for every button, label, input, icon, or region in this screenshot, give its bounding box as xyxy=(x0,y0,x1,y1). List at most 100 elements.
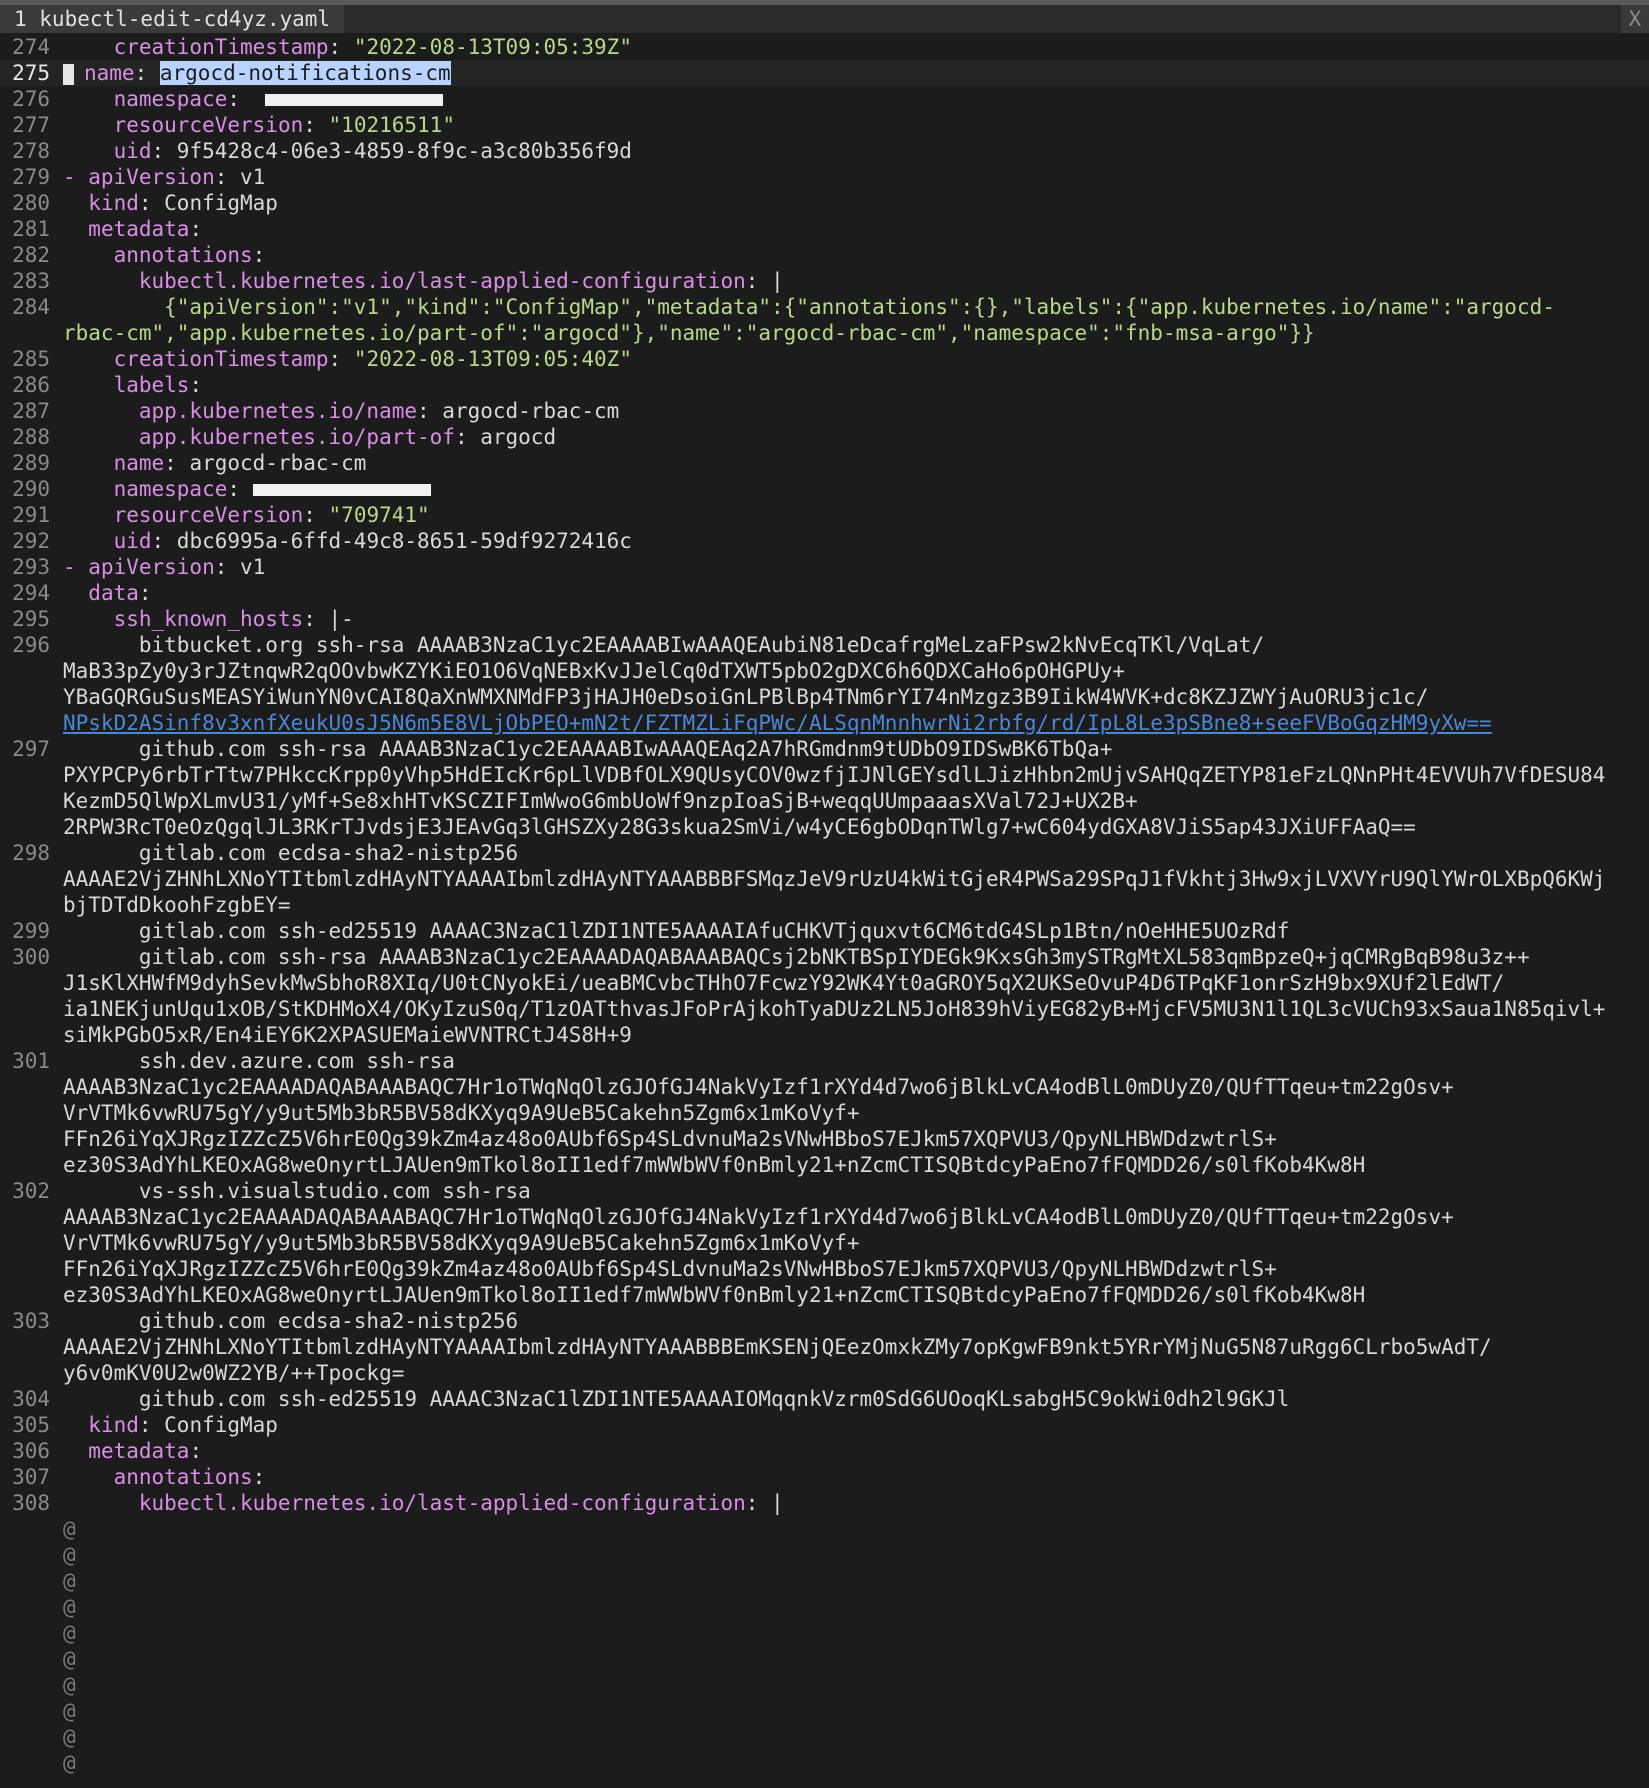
code-line[interactable]: 275 name: argocd-notifications-cm xyxy=(0,60,1649,86)
code-text[interactable]: ssh.dev.azure.com ssh-rsa xyxy=(63,1048,1649,1074)
code-line-wrap[interactable]: FFn26iYqXJRgzIZZcZ5V6hrE0Qg39kZm4az48o0A… xyxy=(0,1126,1649,1152)
code-line[interactable]: 277 resourceVersion: "10216511" xyxy=(0,112,1649,138)
code-text[interactable]: {"apiVersion":"v1","kind":"ConfigMap","m… xyxy=(63,294,1649,320)
code-line[interactable]: 286 labels: xyxy=(0,372,1649,398)
code-line-wrap[interactable]: AAAAE2VjZHNhLXNoYTItbmlzdHAyNTYAAAAIbmlz… xyxy=(0,1334,1649,1360)
code-line-wrap[interactable]: siMkPGbO5xR/En4iEY6K2XPASUEMaieWVNTRCtJ4… xyxy=(0,1022,1649,1048)
code-line[interactable]: 293 - apiVersion: v1 xyxy=(0,554,1649,580)
code-text[interactable]: ssh_known_hosts: |- xyxy=(63,606,1649,632)
code-line[interactable]: 288 app.kubernetes.io/part-of: argocd xyxy=(0,424,1649,450)
code-line[interactable]: 303 github.com ecdsa-sha2-nistp256 xyxy=(0,1308,1649,1334)
code-line-wrap[interactable]: YBaGQRGuSusMEASYiWunYN0vCAI8QaXnWMXNMdFP… xyxy=(0,684,1649,710)
code-line[interactable]: 304 github.com ssh-ed25519 AAAAC3NzaC1lZ… xyxy=(0,1386,1649,1412)
code-text[interactable]: kubectl.kubernetes.io/last-applied-confi… xyxy=(63,1490,1649,1516)
code-text[interactable]: github.com ssh-rsa AAAAB3NzaC1yc2EAAAABI… xyxy=(63,736,1649,762)
code-line-wrap[interactable]: ez30S3AdYhLKEOxAG8weOnyrtLJAUen9mTkol8oI… xyxy=(0,1152,1649,1178)
code-text[interactable]: kind: ConfigMap xyxy=(63,190,1649,216)
code-text[interactable]: metadata: xyxy=(63,216,1649,242)
empty-line-marker: @ xyxy=(63,1699,76,1723)
code-line-wrap[interactable]: NPskD2ASinf8v3xnfXeukU0sJ5N6m5E8VLjObPEO… xyxy=(0,710,1649,736)
code-line[interactable]: 284 {"apiVersion":"v1","kind":"ConfigMap… xyxy=(0,294,1649,320)
code-line[interactable]: 274 creationTimestamp: "2022-08-13T09:05… xyxy=(0,34,1649,60)
code-line[interactable]: 297 github.com ssh-rsa AAAAB3NzaC1yc2EAA… xyxy=(0,736,1649,762)
code-line[interactable]: 294 data: xyxy=(0,580,1649,606)
code-text[interactable]: name: argocd-rbac-cm xyxy=(63,450,1649,476)
code-line[interactable]: 285 creationTimestamp: "2022-08-13T09:05… xyxy=(0,346,1649,372)
code-line[interactable]: 298 gitlab.com ecdsa-sha2-nistp256 xyxy=(0,840,1649,866)
code-text[interactable]: app.kubernetes.io/part-of: argocd xyxy=(63,424,1649,450)
code-text[interactable]: uid: 9f5428c4-06e3-4859-8f9c-a3c80b356f9… xyxy=(63,138,1649,164)
link-text[interactable]: NPskD2ASinf8v3xnfXeukU0sJ5N6m5E8VLjObPEO… xyxy=(63,711,1492,735)
code-line-wrap[interactable]: ia1NEKjunUqu1xOB/StKDHMoX4/OKyIzuS0q/T1z… xyxy=(0,996,1649,1022)
code-line-wrap[interactable]: rbac-cm","app.kubernetes.io/part-of":"ar… xyxy=(0,320,1649,346)
code-line-wrap[interactable]: VrVTMk6vwRU75gY/y9ut5Mb3bR5BV58dKXyq9A9U… xyxy=(0,1230,1649,1256)
tab-file[interactable]: 1 kubectl-edit-cd4yz.yaml xyxy=(0,5,345,33)
code-text[interactable]: kubectl.kubernetes.io/last-applied-confi… xyxy=(63,268,1649,294)
code-line[interactable]: 281 metadata: xyxy=(0,216,1649,242)
code-line[interactable]: 295 ssh_known_hosts: |- xyxy=(0,606,1649,632)
code-text[interactable]: creationTimestamp: "2022-08-13T09:05:40Z… xyxy=(63,346,1649,372)
code-line[interactable]: 287 app.kubernetes.io/name: argocd-rbac-… xyxy=(0,398,1649,424)
code-line[interactable]: 307 annotations: xyxy=(0,1464,1649,1490)
code-line[interactable]: 296 bitbucket.org ssh-rsa AAAAB3NzaC1yc2… xyxy=(0,632,1649,658)
code-line[interactable]: 282 annotations: xyxy=(0,242,1649,268)
code-line-wrap[interactable]: FFn26iYqXJRgzIZZcZ5V6hrE0Qg39kZm4az48o0A… xyxy=(0,1256,1649,1282)
code-text[interactable]: creationTimestamp: "2022-08-13T09:05:39Z… xyxy=(63,34,1649,60)
code-text[interactable]: bitbucket.org ssh-rsa AAAAB3NzaC1yc2EAAA… xyxy=(63,632,1649,658)
code-line[interactable]: 283 kubectl.kubernetes.io/last-applied-c… xyxy=(0,268,1649,294)
code-line[interactable]: 306 metadata: xyxy=(0,1438,1649,1464)
code-text[interactable]: resourceVersion: "10216511" xyxy=(63,112,1649,138)
code-text[interactable]: kind: ConfigMap xyxy=(63,1412,1649,1438)
code-text[interactable]: github.com ssh-ed25519 AAAAC3NzaC1lZDI1N… xyxy=(63,1386,1649,1412)
code-text[interactable]: github.com ecdsa-sha2-nistp256 xyxy=(63,1308,1649,1334)
code-text[interactable]: app.kubernetes.io/name: argocd-rbac-cm xyxy=(63,398,1649,424)
close-icon[interactable]: X xyxy=(1621,5,1649,33)
code-line-wrap[interactable]: VrVTMk6vwRU75gY/y9ut5Mb3bR5BV58dKXyq9A9U… xyxy=(0,1100,1649,1126)
code-text[interactable]: - apiVersion: v1 xyxy=(63,164,1649,190)
code-line-wrap[interactable]: 2RPW3RcT0eOzQgqlJL3RKrTJvdsjE3JEAvGq3lGH… xyxy=(0,814,1649,840)
code-line[interactable]: 292 uid: dbc6995a-6ffd-49c8-8651-59df927… xyxy=(0,528,1649,554)
code-line-wrap[interactable]: MaB33pZy0y3rJZtnqwR2qOOvbwKZYKiEO1O6VqNE… xyxy=(0,658,1649,684)
code-text[interactable]: gitlab.com ecdsa-sha2-nistp256 xyxy=(63,840,1649,866)
code-line[interactable]: 301 ssh.dev.azure.com ssh-rsa xyxy=(0,1048,1649,1074)
code-line[interactable]: 305 kind: ConfigMap xyxy=(0,1412,1649,1438)
code-text[interactable]: metadata: xyxy=(63,1438,1649,1464)
code-line-wrap[interactable]: KezmD5QlWpXLmvU31/yMf+Se8xhHTvKSCZIFImWw… xyxy=(0,788,1649,814)
code-line-wrap[interactable]: ez30S3AdYhLKEOxAG8weOnyrtLJAUen9mTkol8oI… xyxy=(0,1282,1649,1308)
code-line-wrap[interactable]: PXYPCPy6rbTrTtw7PHkccKrpp0yVhp5HdEIcKr6p… xyxy=(0,762,1649,788)
yaml-key: app.kubernetes.io/name xyxy=(138,399,418,423)
code-text[interactable]: gitlab.com ssh-rsa AAAAB3NzaC1yc2EAAAADA… xyxy=(63,944,1649,970)
code-text[interactable]: annotations: xyxy=(63,1464,1649,1490)
code-text[interactable]: resourceVersion: "709741" xyxy=(63,502,1649,528)
code-line[interactable]: 308 kubectl.kubernetes.io/last-applied-c… xyxy=(0,1490,1649,1516)
code-line[interactable]: 291 resourceVersion: "709741" xyxy=(0,502,1649,528)
code-line[interactable]: 279 - apiVersion: v1 xyxy=(0,164,1649,190)
code-line[interactable]: 276 namespace: xyxy=(0,86,1649,112)
code-line-wrap[interactable]: J1sKlXHWfM9dyhSevkMwSbhoR8XIq/U0tCNyokEi… xyxy=(0,970,1649,996)
yaml-text xyxy=(63,425,139,449)
editor-buffer[interactable]: 274 creationTimestamp: "2022-08-13T09:05… xyxy=(0,33,1649,1776)
code-text[interactable]: data: xyxy=(63,580,1649,606)
code-line[interactable]: 278 uid: 9f5428c4-06e3-4859-8f9c-a3c80b3… xyxy=(0,138,1649,164)
code-line-wrap[interactable]: bjTDTdDkoohFzgbEY= xyxy=(0,892,1649,918)
code-text[interactable]: gitlab.com ssh-ed25519 AAAAC3NzaC1lZDI1N… xyxy=(63,918,1649,944)
code-text[interactable]: vs-ssh.visualstudio.com ssh-rsa xyxy=(63,1178,1649,1204)
code-line[interactable]: 280 kind: ConfigMap xyxy=(0,190,1649,216)
code-line-wrap[interactable]: AAAAB3NzaC1yc2EAAAADAQABAAABAQC7Hr1oTWqN… xyxy=(0,1074,1649,1100)
code-line[interactable]: 299 gitlab.com ssh-ed25519 AAAAC3NzaC1lZ… xyxy=(0,918,1649,944)
code-text[interactable]: labels: xyxy=(63,372,1649,398)
code-line[interactable]: 300 gitlab.com ssh-rsa AAAAB3NzaC1yc2EAA… xyxy=(0,944,1649,970)
code-line-wrap[interactable]: y6v0mKV0U2w0WZ2YB/++Tpockg= xyxy=(0,1360,1649,1386)
code-line[interactable]: 290 namespace: xyxy=(0,476,1649,502)
code-line[interactable]: 289 name: argocd-rbac-cm xyxy=(0,450,1649,476)
code-text[interactable]: name: argocd-notifications-cm xyxy=(63,60,1649,86)
code-text[interactable]: - apiVersion: v1 xyxy=(63,554,1649,580)
code-text[interactable]: namespace: xyxy=(63,86,1649,112)
code-line[interactable]: 302 vs-ssh.visualstudio.com ssh-rsa xyxy=(0,1178,1649,1204)
yaml-key: namespace xyxy=(113,87,228,111)
code-text[interactable]: namespace: xyxy=(63,476,1649,502)
code-text[interactable]: uid: dbc6995a-6ffd-49c8-8651-59df9272416… xyxy=(63,528,1649,554)
code-line-wrap[interactable]: AAAAE2VjZHNhLXNoYTItbmlzdHAyNTYAAAAIbmlz… xyxy=(0,866,1649,892)
code-line-wrap[interactable]: AAAAB3NzaC1yc2EAAAADAQABAAABAQC7Hr1oTWqN… xyxy=(0,1204,1649,1230)
code-text[interactable]: annotations: xyxy=(63,242,1649,268)
